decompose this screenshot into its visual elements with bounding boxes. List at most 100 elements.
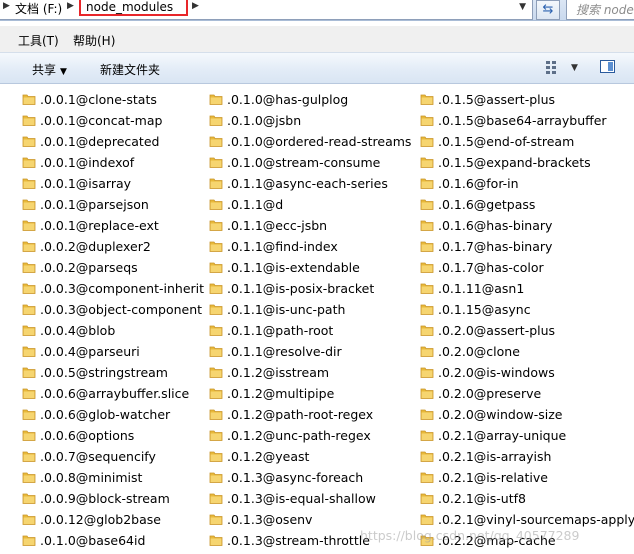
folder-icon: [22, 281, 36, 295]
view-dropdown-icon[interactable]: ▼: [571, 63, 578, 73]
folder-name: .0.1.1@ecc-jsbn: [227, 218, 328, 233]
folder-name: .0.0.4@parseuri: [40, 344, 140, 359]
folder-name: .0.0.12@glob2base: [40, 512, 161, 527]
folder-name: .0.2.1@is-relative: [438, 470, 548, 485]
breadcrumb-root[interactable]: 文档 (F:): [15, 0, 62, 17]
folder-name: .0.0.3@object-component: [40, 302, 203, 317]
folder-name: .0.1.1@d: [227, 197, 284, 212]
breadcrumb-current[interactable]: node_modules: [79, 0, 188, 16]
folder-icon: [420, 323, 434, 337]
search-input[interactable]: 搜索 node: [566, 0, 634, 20]
folder-name: .0.1.0@has-gulplog: [227, 92, 349, 107]
folder-icon: [420, 512, 434, 526]
folder-icon: [209, 281, 223, 295]
folder-icon: [22, 260, 36, 274]
refresh-button[interactable]: ⇆: [536, 0, 560, 20]
folder-name: .0.0.1@indexof: [40, 155, 135, 170]
folder-icon: [420, 155, 434, 169]
breadcrumb-arrow-icon[interactable]: ▶: [67, 1, 74, 11]
folder-icon: [209, 155, 223, 169]
folder-name: .0.2.0@is-windows: [438, 365, 555, 380]
folder-icon: [209, 470, 223, 484]
folder-name: .0.1.0@ordered-read-streams: [227, 134, 412, 149]
address-dropdown-icon[interactable]: ▼: [519, 2, 526, 12]
folder-icon: [420, 239, 434, 253]
folder-name: .0.0.1@replace-ext: [40, 218, 159, 233]
file-list: .0.0.1@clone-stats .0.0.1@concat-map .0.0.…: [0, 83, 634, 554]
folder-icon: [209, 302, 223, 316]
refresh-icon: ⇆: [542, 2, 554, 17]
folder-name: .0.1.5@base64-arraybuffer: [438, 113, 607, 128]
folder-name: .0.0.5@stringstream: [40, 365, 168, 380]
share-label: 共享: [32, 63, 57, 77]
folder-icon: [209, 197, 223, 211]
folder-icon: [22, 323, 36, 337]
folder-icon: [22, 533, 36, 547]
folder-name: .0.0.7@sequencify: [40, 449, 156, 464]
folder-name: .0.1.3@is-equal-shallow: [227, 491, 376, 506]
folder-icon: [22, 344, 36, 358]
folder-icon: [22, 449, 36, 463]
folder-name: .0.1.0@base64id: [40, 533, 146, 548]
folder-icon: [22, 239, 36, 253]
folder-name: .0.1.15@async: [438, 302, 531, 317]
folder-name: .0.1.5@assert-plus: [438, 92, 556, 107]
folder-name: .0.2.1@vinyl-sourcemaps-apply: [438, 512, 634, 527]
folder-icon: [209, 113, 223, 127]
folder-name: .0.1.1@path-root: [227, 323, 334, 338]
folder-icon: [22, 491, 36, 505]
folder-icon: [209, 344, 223, 358]
folder-name: .0.1.6@for-in: [438, 176, 519, 191]
folder-icon: [420, 92, 434, 106]
preview-pane-icon[interactable]: [600, 60, 615, 73]
folder-name: .0.1.1@async-each-series: [227, 176, 388, 191]
folder-icon: [420, 428, 434, 442]
folder-name: .0.1.2@isstream: [227, 365, 330, 380]
folder-icon: [22, 176, 36, 190]
folder-icon: [209, 134, 223, 148]
folder-icon: [420, 260, 434, 274]
folder-icon: [420, 386, 434, 400]
breadcrumb-arrow-icon[interactable]: ▶: [192, 1, 199, 11]
folder-icon: [22, 197, 36, 211]
folder-icon: [420, 113, 434, 127]
folder-name: .0.1.3@osenv: [227, 512, 313, 527]
folder-name: .0.2.1@is-arrayish: [438, 449, 552, 464]
menu-help[interactable]: 帮助(H): [73, 32, 115, 49]
folder-name: .0.0.1@clone-stats: [40, 92, 157, 107]
folder-icon: [420, 344, 434, 358]
folder-name: .0.2.1@array-unique: [438, 428, 567, 443]
folder-icon: [209, 239, 223, 253]
folder-name: .0.1.0@jsbn: [227, 113, 302, 128]
menu-bar: 工具(T) 帮助(H): [0, 26, 634, 52]
share-button[interactable]: 共享 ▼: [32, 61, 67, 78]
search-placeholder: 搜索 node: [576, 3, 634, 17]
folder-name: .0.2.0@window-size: [438, 407, 563, 422]
folder-name: .0.1.1@find-index: [227, 239, 338, 254]
address-box[interactable]: ▶ 文档 (F:) ▶ node_modules ▶ ▼: [0, 0, 533, 20]
folder-icon: [22, 365, 36, 379]
new-folder-button[interactable]: 新建文件夹: [100, 61, 160, 78]
folder-name: .0.1.7@has-color: [438, 260, 544, 275]
folder-icon: [420, 176, 434, 190]
folder-name: .0.1.1@is-extendable: [227, 260, 360, 275]
folder-icon: [22, 113, 36, 127]
folder-icon: [420, 365, 434, 379]
breadcrumb-arrow-icon[interactable]: ▶: [3, 1, 10, 11]
folder-name: .0.1.7@has-binary: [438, 239, 553, 254]
folder-name: .0.0.4@blob: [40, 323, 116, 338]
folder-icon: [209, 323, 223, 337]
folder-icon: [420, 407, 434, 421]
folder-name: .0.1.2@multipipe: [227, 386, 335, 401]
view-options-icon[interactable]: [546, 61, 560, 74]
folder-icon: [209, 92, 223, 106]
folder-icon: [209, 365, 223, 379]
folder-icon: [22, 92, 36, 106]
folder-name: .0.1.2@path-root-regex: [227, 407, 374, 422]
folder-name: .0.1.6@getpass: [438, 197, 536, 212]
folder-name: .0.0.3@component-inherit: [40, 281, 205, 296]
chevron-down-icon: ▼: [60, 67, 67, 77]
folder-icon: [22, 428, 36, 442]
menu-tools[interactable]: 工具(T): [18, 32, 59, 49]
folder-icon: [209, 386, 223, 400]
